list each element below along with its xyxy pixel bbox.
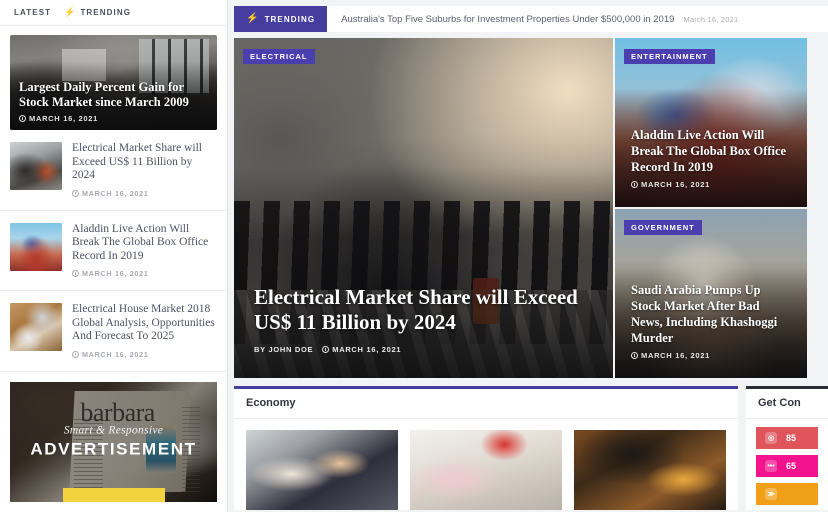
advertisement-tagline: Smart & Responsive	[63, 424, 164, 437]
clock-icon	[72, 270, 79, 277]
tab-trending[interactable]: ⚡ TRENDING	[64, 7, 132, 18]
trending-badge-label: TRENDING	[264, 14, 316, 24]
advertisement-wrapper: barbara Smart & Responsive ADVERTISEMENT	[10, 381, 217, 502]
advertisement-title: ADVERTISEMENT	[30, 439, 197, 459]
hero-side-date-label: MARCH 16, 2021	[641, 180, 710, 189]
instagram-icon: ◎	[765, 432, 777, 444]
sidebar-tabs: LATEST ⚡ TRENDING	[0, 0, 227, 26]
list-item[interactable]: Electrical House Market 2018 Global Anal…	[0, 291, 227, 372]
economy-card[interactable]	[246, 430, 398, 510]
clock-icon	[322, 346, 330, 353]
list-item-body: Electrical Market Share will Exceed US$ …	[72, 142, 217, 198]
sidebar-featured-text: Largest Daily Percent Gain for Stock Mar…	[19, 80, 208, 123]
hero-main-date: MARCH 16, 2021	[322, 345, 401, 354]
social-count-dribbble: 65	[786, 461, 797, 471]
get-connected-title: Get Con	[746, 389, 828, 419]
hero-main-title[interactable]: Electrical Market Share will Exceed US$ …	[254, 285, 591, 335]
dribbble-icon: •••	[765, 460, 777, 472]
economy-widget-title: Economy	[234, 389, 738, 419]
hero-side-title[interactable]: Saudi Arabia Pumps Up Stock Market After…	[631, 282, 793, 346]
hero-main-card[interactable]: ELECTRICAL Electrical Market Share will …	[234, 38, 613, 378]
rss-icon: ≫	[765, 488, 777, 500]
list-item-date: MARCH 16, 2021	[72, 350, 217, 359]
trending-badge[interactable]: ⚡ TRENDING	[234, 6, 328, 32]
hero-side-card-government[interactable]: GOVERNMENT Saudi Arabia Pumps Up Stock M…	[615, 209, 807, 378]
social-list: ◎ 85 ••• 65 ≫	[746, 419, 828, 505]
list-item-title[interactable]: Electrical Market Share will Exceed US$ …	[72, 142, 217, 183]
hero-side-column: ENTERTAINMENT Aladdin Live Action Will B…	[615, 38, 807, 378]
hero-main-author[interactable]: BY JOHN DOE	[254, 345, 313, 354]
economy-card[interactable]	[574, 430, 726, 510]
social-item-instagram[interactable]: ◎ 85	[756, 427, 818, 449]
list-item-date-label: MARCH 16, 2021	[82, 269, 149, 278]
hero-side-text: Aladdin Live Action Will Break The Globa…	[631, 127, 793, 189]
tab-latest-label: LATEST	[14, 8, 52, 17]
economy-widget: Economy	[234, 386, 738, 510]
trending-bar: ⚡ TRENDING Australia's Top Five Suburbs …	[234, 6, 828, 32]
list-item[interactable]: Aladdin Live Action Will Break The Globa…	[0, 211, 227, 291]
category-badge-entertainment[interactable]: ENTERTAINMENT	[624, 49, 715, 64]
list-item-thumbnail	[10, 142, 62, 190]
hero-side-date: MARCH 16, 2021	[631, 351, 793, 360]
list-item-date-label: MARCH 16, 2021	[82, 349, 149, 359]
list-item-date: MARCH 16, 2021	[72, 189, 217, 198]
clock-icon	[72, 189, 79, 197]
clock-icon	[631, 352, 638, 359]
page-root: LATEST ⚡ TRENDING Largest Daily Percent …	[0, 0, 828, 512]
advertisement-banner[interactable]: barbara Smart & Responsive ADVERTISEMENT	[10, 381, 217, 502]
category-badge-electrical[interactable]: ELECTRICAL	[243, 49, 315, 64]
tab-latest[interactable]: LATEST	[14, 8, 51, 17]
list-item-thumbnail	[10, 222, 62, 271]
list-item-thumbnail	[10, 303, 62, 351]
social-item-rss[interactable]: ≫	[756, 483, 818, 505]
list-item-title[interactable]: Electrical House Market 2018 Global Anal…	[72, 303, 217, 344]
clock-icon	[72, 350, 79, 358]
trending-headline-text: Australia's Top Five Suburbs for Investm…	[341, 13, 675, 25]
sidebar-featured-title[interactable]: Largest Daily Percent Gain for Stock Mar…	[19, 80, 208, 109]
hero-section: ELECTRICAL Electrical Market Share will …	[234, 38, 828, 378]
economy-card-image	[574, 430, 726, 510]
lower-section: Economy Get Con ◎ 85 ••• 65 ≫	[234, 386, 828, 510]
sidebar-featured-date: MARCH 16, 2021	[19, 114, 208, 123]
economy-card-image	[410, 430, 562, 510]
social-count-instagram: 85	[786, 433, 797, 443]
economy-card-image	[246, 430, 398, 510]
sidebar-featured-date-label: MARCH 16, 2021	[29, 114, 98, 123]
list-item-body: Electrical House Market 2018 Global Anal…	[72, 303, 217, 359]
list-item-date-label: MARCH 16, 2021	[82, 188, 149, 198]
get-connected-widget: Get Con ◎ 85 ••• 65 ≫	[746, 386, 828, 510]
sidebar-featured-card[interactable]: Largest Daily Percent Gain for Stock Mar…	[10, 35, 217, 130]
trending-headline-date: March 16, 2021	[683, 14, 739, 24]
hero-side-title[interactable]: Aladdin Live Action Will Break The Globa…	[631, 127, 793, 175]
trending-headline[interactable]: Australia's Top Five Suburbs for Investm…	[327, 6, 738, 32]
hero-side-date: MARCH 16, 2021	[631, 180, 793, 189]
left-sidebar: LATEST ⚡ TRENDING Largest Daily Percent …	[0, 0, 228, 512]
list-item[interactable]: Electrical Market Share will Exceed US$ …	[0, 130, 227, 211]
economy-card-grid	[234, 419, 738, 510]
hero-main-byline: BY JOHN DOE MARCH 16, 2021	[254, 345, 591, 354]
bolt-icon: ⚡	[64, 7, 77, 17]
category-badge-government[interactable]: GOVERNMENT	[624, 220, 702, 235]
hero-main-date-label: MARCH 16, 2021	[332, 345, 402, 354]
list-item-title[interactable]: Aladdin Live Action Will Break The Globa…	[72, 223, 217, 264]
clock-icon	[631, 181, 638, 188]
list-item-body: Aladdin Live Action Will Break The Globa…	[72, 223, 217, 278]
main-content: ⚡ TRENDING Australia's Top Five Suburbs …	[228, 0, 828, 512]
bolt-icon: ⚡	[246, 13, 260, 24]
list-item-date: MARCH 16, 2021	[72, 269, 217, 278]
clock-icon	[19, 115, 26, 122]
tab-trending-label: TRENDING	[80, 8, 132, 17]
hero-side-date-label: MARCH 16, 2021	[641, 351, 710, 360]
economy-card[interactable]	[410, 430, 562, 510]
hero-main-text: Electrical Market Share will Exceed US$ …	[254, 285, 591, 354]
social-item-dribbble[interactable]: ••• 65	[756, 455, 818, 477]
hero-side-text: Saudi Arabia Pumps Up Stock Market After…	[631, 282, 793, 360]
advertisement-cta-button[interactable]	[62, 488, 165, 502]
advertisement-text: Smart & Responsive ADVERTISEMENT	[10, 424, 217, 459]
hero-side-card-entertainment[interactable]: ENTERTAINMENT Aladdin Live Action Will B…	[615, 38, 807, 207]
